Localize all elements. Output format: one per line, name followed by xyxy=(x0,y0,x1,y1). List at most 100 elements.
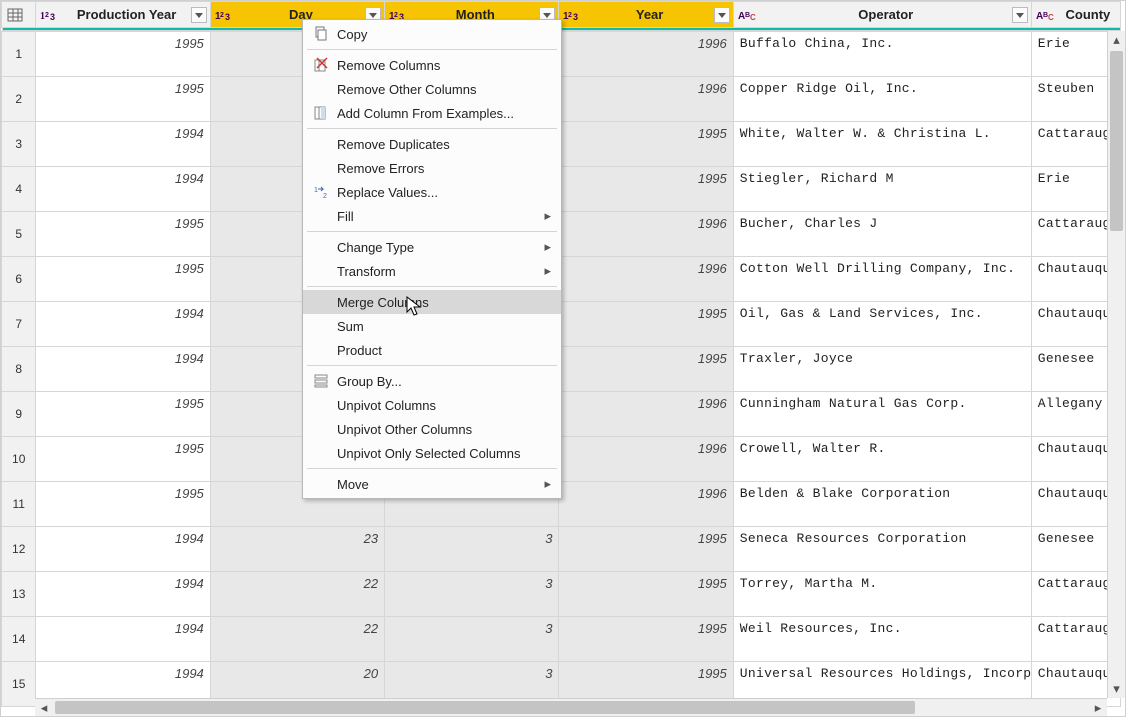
cell-day[interactable]: 22 xyxy=(210,617,384,662)
row-number-cell[interactable]: 3 xyxy=(2,122,36,167)
cell-month[interactable]: 3 xyxy=(385,572,559,617)
cell-production-year[interactable]: 1995 xyxy=(36,212,210,257)
menu-item-move[interactable]: Move ▸ xyxy=(303,472,561,496)
cell-year[interactable]: 1996 xyxy=(559,257,733,302)
row-number-cell[interactable]: 13 xyxy=(2,572,36,617)
column-filter-dropdown[interactable] xyxy=(1012,7,1028,23)
menu-item-change-type[interactable]: Change Type ▸ xyxy=(303,235,561,259)
menu-item-sum[interactable]: Sum xyxy=(303,314,561,338)
menu-item-add-column-from-examples[interactable]: Add Column From Examples... xyxy=(303,101,561,125)
cell-production-year[interactable]: 1994 xyxy=(36,617,210,662)
cell-operator[interactable]: Stiegler, Richard M xyxy=(733,167,1031,212)
scroll-down-arrow[interactable]: ▾ xyxy=(1108,680,1125,698)
cell-operator[interactable]: Torrey, Martha M. xyxy=(733,572,1031,617)
cell-year[interactable]: 1995 xyxy=(559,572,733,617)
cell-production-year[interactable]: 1995 xyxy=(36,257,210,302)
menu-item-replace-values[interactable]: 12 Replace Values... xyxy=(303,180,561,204)
row-number-cell[interactable]: 15 xyxy=(2,662,36,707)
cell-operator[interactable]: Weil Resources, Inc. xyxy=(733,617,1031,662)
cell-year[interactable]: 1995 xyxy=(559,302,733,347)
column-filter-dropdown[interactable] xyxy=(191,7,207,23)
menu-item-unpivot-only-selected-columns[interactable]: Unpivot Only Selected Columns xyxy=(303,441,561,465)
row-number-cell[interactable]: 7 xyxy=(2,302,36,347)
vertical-scrollbar[interactable]: ▴ ▾ xyxy=(1107,31,1125,698)
menu-item-merge-columns[interactable]: Merge Columns xyxy=(303,290,561,314)
cell-operator[interactable]: Bucher, Charles J xyxy=(733,212,1031,257)
horizontal-scrollbar[interactable]: ◂ ▸ xyxy=(35,698,1107,716)
menu-item-copy[interactable]: Copy xyxy=(303,22,561,46)
cell-year[interactable]: 1996 xyxy=(559,212,733,257)
table-row[interactable]: 1319942231995Torrey, Martha M.Cattaraugu… xyxy=(2,572,1121,617)
cell-production-year[interactable]: 1994 xyxy=(36,347,210,392)
row-number-cell[interactable]: 6 xyxy=(2,257,36,302)
cell-month[interactable]: 3 xyxy=(385,617,559,662)
cell-operator[interactable]: Copper Ridge Oil, Inc. xyxy=(733,77,1031,122)
menu-item-remove-errors[interactable]: Remove Errors xyxy=(303,156,561,180)
cell-production-year[interactable]: 1995 xyxy=(36,482,210,527)
data-grid[interactable]: 123 Production Year 123 Day xyxy=(0,0,1126,717)
row-number-cell[interactable]: 4 xyxy=(2,167,36,212)
cell-operator[interactable]: Buffalo China, Inc. xyxy=(733,32,1031,77)
menu-item-unpivot-other-columns[interactable]: Unpivot Other Columns xyxy=(303,417,561,441)
scroll-right-arrow[interactable]: ▸ xyxy=(1089,699,1107,716)
cell-operator[interactable]: Cotton Well Drilling Company, Inc. xyxy=(733,257,1031,302)
cell-production-year[interactable]: 1994 xyxy=(36,572,210,617)
cell-production-year[interactable]: 1995 xyxy=(36,77,210,122)
cell-operator[interactable]: Belden & Blake Corporation xyxy=(733,482,1031,527)
scroll-left-arrow[interactable]: ◂ xyxy=(35,699,53,716)
cell-production-year[interactable]: 1994 xyxy=(36,527,210,572)
cell-production-year[interactable]: 1995 xyxy=(36,392,210,437)
row-number-cell[interactable]: 5 xyxy=(2,212,36,257)
cell-operator[interactable]: Crowell, Walter R. xyxy=(733,437,1031,482)
cell-operator[interactable]: White, Walter W. & Christina L. xyxy=(733,122,1031,167)
row-number-cell[interactable]: 11 xyxy=(2,482,36,527)
column-header-operator[interactable]: ABC Operator xyxy=(733,2,1031,28)
row-number-cell[interactable]: 1 xyxy=(2,32,36,77)
row-number-header[interactable] xyxy=(2,2,36,28)
menu-item-unpivot-columns[interactable]: Unpivot Columns xyxy=(303,393,561,417)
cell-operator[interactable]: Cunningham Natural Gas Corp. xyxy=(733,392,1031,437)
menu-item-transform[interactable]: Transform ▸ xyxy=(303,259,561,283)
scroll-up-arrow[interactable]: ▴ xyxy=(1108,31,1125,49)
scrollbar-thumb[interactable] xyxy=(1110,51,1123,231)
cell-year[interactable]: 1996 xyxy=(559,32,733,77)
cell-year[interactable]: 1996 xyxy=(559,437,733,482)
cell-production-year[interactable]: 1995 xyxy=(36,32,210,77)
cell-day[interactable]: 22 xyxy=(210,572,384,617)
table-row[interactable]: 1419942231995Weil Resources, Inc.Cattara… xyxy=(2,617,1121,662)
table-row[interactable]: 1219942331995Seneca Resources Corporatio… xyxy=(2,527,1121,572)
column-header-county[interactable]: ABC County xyxy=(1031,2,1120,28)
row-number-cell[interactable]: 12 xyxy=(2,527,36,572)
row-number-cell[interactable]: 8 xyxy=(2,347,36,392)
cell-production-year[interactable]: 1994 xyxy=(36,122,210,167)
cell-operator[interactable]: Traxler, Joyce xyxy=(733,347,1031,392)
menu-item-remove-duplicates[interactable]: Remove Duplicates xyxy=(303,132,561,156)
scrollbar-thumb[interactable] xyxy=(55,701,915,714)
cell-day[interactable]: 23 xyxy=(210,527,384,572)
menu-item-remove-other-columns[interactable]: Remove Other Columns xyxy=(303,77,561,101)
cell-production-year[interactable]: 1995 xyxy=(36,437,210,482)
menu-item-product[interactable]: Product xyxy=(303,338,561,362)
column-header-production-year[interactable]: 123 Production Year xyxy=(36,2,210,28)
cell-month[interactable]: 3 xyxy=(385,527,559,572)
cell-operator[interactable]: Seneca Resources Corporation xyxy=(733,527,1031,572)
cell-year[interactable]: 1995 xyxy=(559,617,733,662)
row-number-cell[interactable]: 9 xyxy=(2,392,36,437)
cell-year[interactable]: 1995 xyxy=(559,167,733,212)
cell-year[interactable]: 1996 xyxy=(559,77,733,122)
menu-item-fill[interactable]: Fill ▸ xyxy=(303,204,561,228)
row-number-cell[interactable]: 10 xyxy=(2,437,36,482)
column-header-year[interactable]: 123 Year xyxy=(559,2,733,28)
cell-year[interactable]: 1995 xyxy=(559,347,733,392)
menu-item-group-by[interactable]: Group By... xyxy=(303,369,561,393)
cell-year[interactable]: 1996 xyxy=(559,392,733,437)
column-filter-dropdown[interactable] xyxy=(714,7,730,23)
cell-year[interactable]: 1995 xyxy=(559,122,733,167)
cell-year[interactable]: 1995 xyxy=(559,527,733,572)
row-number-cell[interactable]: 2 xyxy=(2,77,36,122)
cell-production-year[interactable]: 1994 xyxy=(36,302,210,347)
menu-item-remove-columns[interactable]: Remove Columns xyxy=(303,53,561,77)
row-number-cell[interactable]: 14 xyxy=(2,617,36,662)
cell-production-year[interactable]: 1994 xyxy=(36,167,210,212)
cell-operator[interactable]: Oil, Gas & Land Services, Inc. xyxy=(733,302,1031,347)
